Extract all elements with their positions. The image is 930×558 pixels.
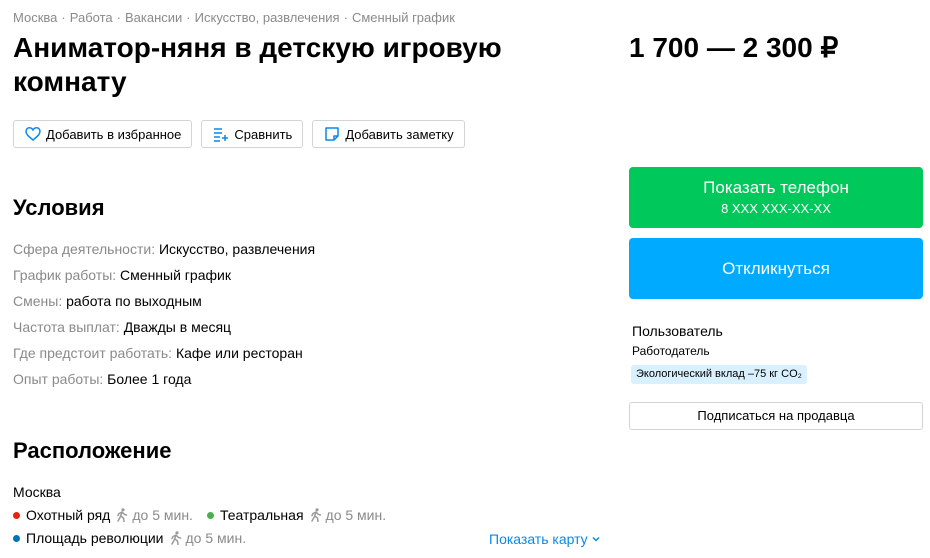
subscribe-seller-button[interactable]: Подписаться на продавца: [629, 402, 923, 430]
param-label: График работы:: [13, 267, 117, 283]
conditions-heading: Условия: [13, 195, 105, 220]
respond-button[interactable]: Откликнуться: [629, 238, 923, 299]
conditions-list: Сфера деятельности: Искусство, развлечен…: [13, 236, 315, 392]
compare-label: Сравнить: [234, 126, 293, 142]
walk-time: до 5 мин.: [310, 507, 387, 523]
price: 1 700 — 2 300 ₽: [629, 32, 839, 63]
param-experience: Опыт работы: Более 1 года: [13, 366, 315, 392]
param-label: Опыт работы:: [13, 371, 104, 387]
walking-person-icon: [310, 508, 321, 522]
param-value: Сменный график: [120, 267, 231, 283]
metro-station: Театральная до 5 мин.: [206, 507, 387, 523]
breadcrumb-separator: ·: [61, 10, 66, 25]
walking-person-icon: [170, 531, 181, 545]
add-note-button[interactable]: Добавить заметку: [312, 120, 465, 148]
seller-name[interactable]: Пользователь: [632, 323, 723, 339]
walk-time-text: до 5 мин.: [185, 530, 247, 546]
location-heading: Расположение: [13, 438, 172, 463]
metro-stations-row: Охотный ряд до 5 мин. Театральная до 5 м…: [13, 507, 400, 523]
walking-person-icon: [117, 508, 128, 522]
walk-time-text: до 5 мин.: [325, 507, 387, 523]
metro-line-dot-icon: [13, 534, 20, 542]
eco-contribution-badge[interactable]: Экологический вклад –75 кг CO₂: [631, 365, 807, 384]
breadcrumb-separator: ·: [343, 10, 348, 25]
metro-station: Охотный ряд до 5 мин.: [13, 507, 193, 523]
metro-station-name: Площадь революции: [26, 530, 164, 546]
param-value: работа по выходным: [66, 293, 202, 309]
metro-stations-row: Площадь революции до 5 мин.: [13, 530, 260, 546]
metro-line-dot-icon: [13, 511, 20, 519]
show-phone-label: Показать телефон: [703, 178, 849, 197]
metro-line-dot-icon: [206, 511, 214, 519]
param-shifts: Смены: работа по выходным: [13, 288, 315, 314]
show-map-label: Показать карту: [489, 531, 588, 547]
walk-time: до 5 мин.: [116, 507, 193, 523]
param-schedule: График работы: Сменный график: [13, 262, 315, 288]
breadcrumb-item[interactable]: Искусство, развлечения: [195, 10, 340, 25]
param-value: Искусство, развлечения: [158, 241, 316, 257]
add-to-favorites-label: Добавить в избранное: [46, 126, 182, 142]
compare-button[interactable]: Сравнить: [201, 120, 304, 148]
item-actions: Добавить в избранное Сравнить Добавить з…: [13, 120, 465, 148]
param-value: Дважды в месяц: [123, 319, 232, 335]
heart-icon: [25, 126, 41, 142]
param-label: Где предстоит работать:: [13, 345, 173, 361]
param-industry: Сфера деятельности: Искусство, развлечен…: [13, 236, 315, 262]
walk-time-text: до 5 мин.: [132, 507, 193, 523]
metro-station: Площадь революции до 5 мин.: [13, 530, 246, 546]
metro-station-name: Театральная: [219, 507, 304, 523]
show-phone-button[interactable]: Показать телефон 8 XXX XXX-XX-XX: [629, 167, 923, 228]
param-value: Более 1 года: [107, 371, 192, 387]
breadcrumb-item[interactable]: Работа: [70, 10, 113, 25]
compare-icon: [213, 126, 229, 142]
location-city: Москва: [13, 484, 61, 500]
show-map-link[interactable]: Показать карту: [489, 531, 601, 547]
param-payment-frequency: Частота выплат: Дважды в месяц: [13, 314, 315, 340]
breadcrumb-item[interactable]: Вакансии: [125, 10, 182, 25]
phone-masked: 8 XXX XXX-XX-XX: [721, 201, 831, 216]
chevron-down-icon: [592, 536, 600, 542]
param-label: Частота выплат:: [13, 319, 120, 335]
param-value: Кафе или ресторан: [175, 345, 303, 361]
breadcrumb-separator: ·: [186, 10, 191, 25]
breadcrumb-item[interactable]: Москва: [13, 10, 57, 25]
walk-time: до 5 мин.: [170, 530, 247, 546]
breadcrumb-separator: ·: [116, 10, 121, 25]
metro-station-name: Охотный ряд: [26, 507, 111, 523]
param-workplace: Где предстоит работать: Кафе или рестора…: [13, 340, 315, 366]
param-label: Сфера деятельности:: [13, 241, 156, 257]
param-label: Смены:: [13, 293, 63, 309]
breadcrumb-item[interactable]: Сменный график: [352, 10, 455, 25]
note-icon: [324, 126, 340, 142]
breadcrumb: Москва · Работа · Вакансии · Искусство, развле…: [13, 10, 455, 25]
add-note-label: Добавить заметку: [345, 126, 454, 142]
seller-role: Работодатель: [632, 344, 710, 358]
add-to-favorites-button[interactable]: Добавить в избранное: [13, 120, 193, 148]
page-title: Аниматор-няня в детскую игровую комнату: [13, 32, 502, 97]
